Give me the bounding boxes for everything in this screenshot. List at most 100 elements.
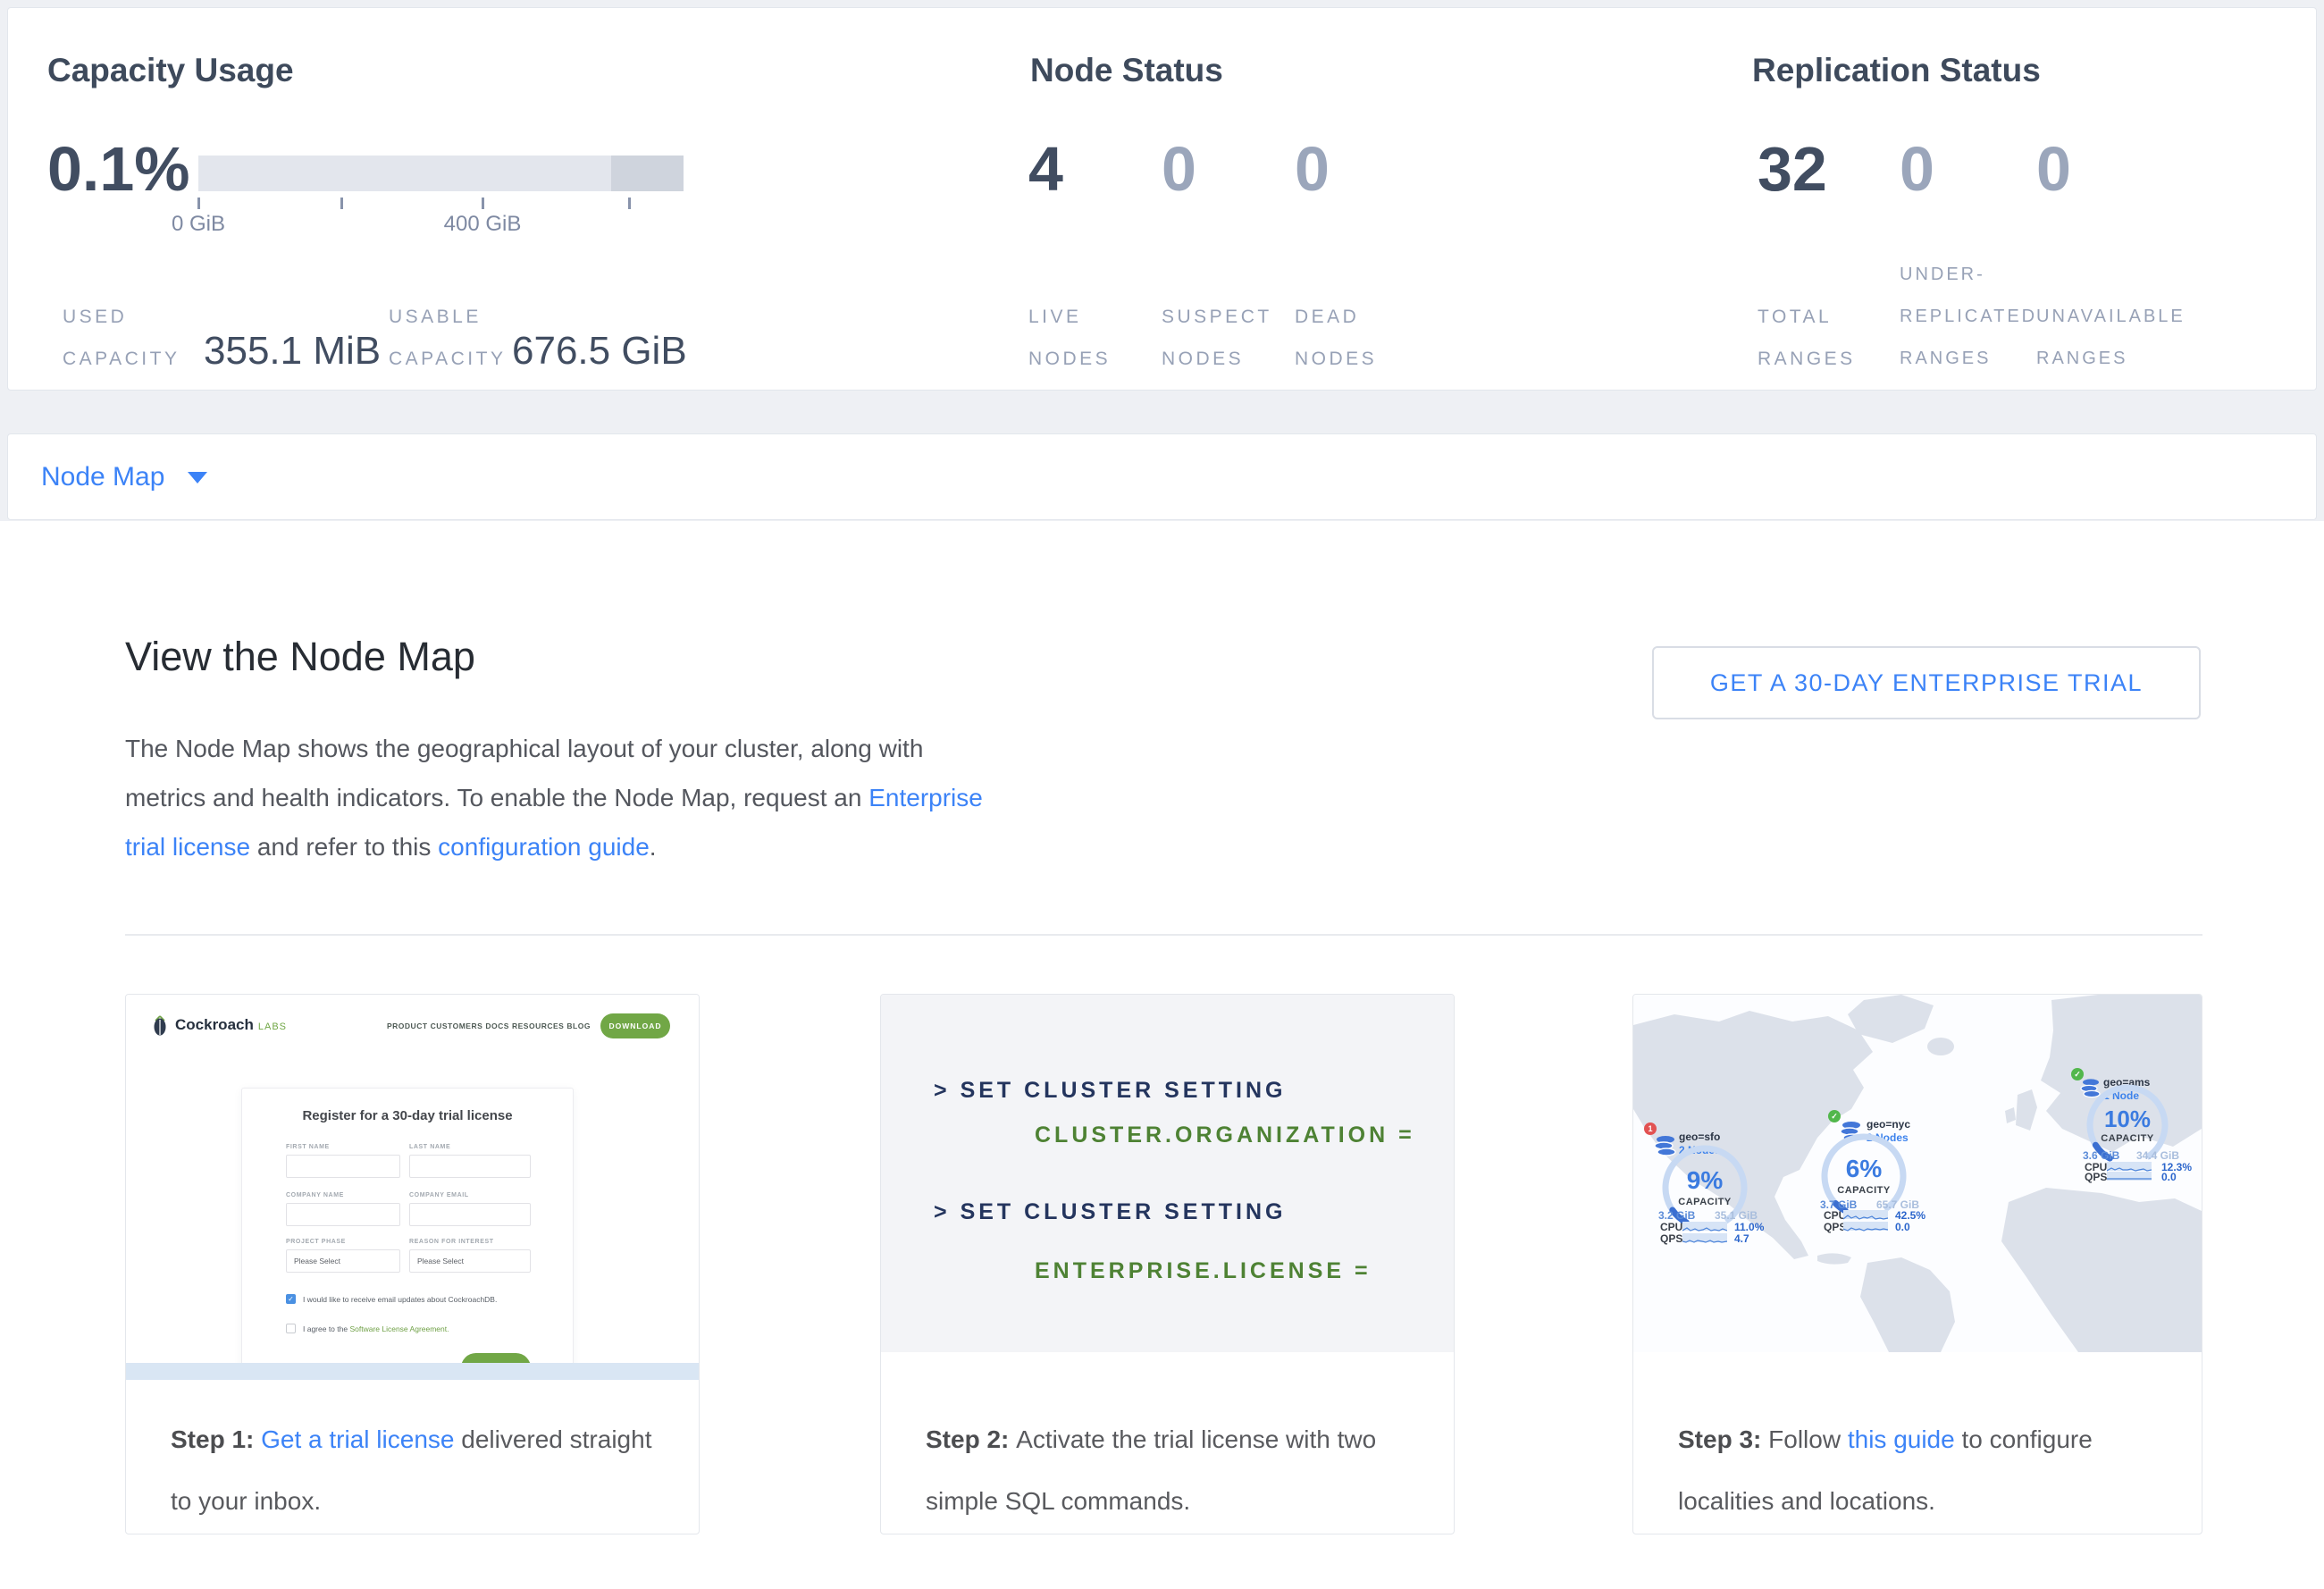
mini-company-email-input — [409, 1203, 531, 1226]
live-nodes-value: 4 — [1028, 135, 1063, 203]
intro-line-1: The Node Map shows the geographical layo… — [125, 724, 983, 773]
under-replicated-ranges-value: 0 — [1900, 135, 1934, 203]
suspect-nodes-label: SUSPECT NODES — [1162, 296, 1272, 380]
mini-form-title: Register for a 30-day trial license — [242, 1108, 573, 1123]
mini-field-label: COMPANY NAME — [286, 1192, 344, 1198]
qps-sparkline — [1682, 1233, 1727, 1242]
under-replicated-ranges-label: UNDER- REPLICATED RANGES — [1900, 254, 2037, 380]
locality-ams: ✓ geo=ams 1 Node 10% CAPACITY 3.6 GiB 34… — [2062, 1066, 2202, 1200]
checkbox-unchecked-icon — [286, 1324, 296, 1333]
sql-arg-1: CLUSTER.ORGANIZATION = — [1035, 1120, 1415, 1150]
qps-label: QPS — [1660, 1232, 1682, 1245]
capacity-bar-unusable-segment — [611, 156, 684, 191]
capacity-total-gib: 34.4 GiB — [2126, 1149, 2179, 1162]
capacity-used-gib: 3.2 GiB — [1658, 1209, 1695, 1222]
brand-name: Cockroach — [175, 1016, 254, 1034]
qps-sparkline — [1843, 1222, 1888, 1231]
checkbox-checked-icon: ✓ — [286, 1294, 296, 1304]
qps-label: QPS — [2085, 1171, 2107, 1183]
mini-company-name-input — [286, 1203, 400, 1226]
node-map-preview: 1 geo=sfo 2 Nodes 9% CAPACITY 3.2 GiB 35… — [1633, 995, 2202, 1352]
mini-license-agreement-link: Software License Agreement. — [349, 1324, 449, 1333]
mini-nav-customers: CUSTOMERS — [431, 1022, 483, 1030]
step2-caption: Step 2: Activate the trial license with … — [926, 1422, 1376, 1458]
mini-first-name-input — [286, 1155, 400, 1178]
capacity-axis-tick — [482, 198, 484, 209]
cpu-sparkline — [1682, 1222, 1727, 1231]
intro-line-2: metrics and health indicators. To enable… — [125, 773, 983, 822]
cluster-summary-panel: Capacity Usage 0.1% 0 GiB 400 GiB USED C… — [7, 7, 2317, 391]
enterprise-trial-license-link[interactable]: trial license — [125, 833, 250, 861]
mini-project-phase-select: Please Select — [286, 1249, 400, 1273]
capacity-percent-value: 0.1% — [47, 135, 190, 203]
mini-field-label: COMPANY EMAIL — [409, 1192, 469, 1198]
get-trial-license-link[interactable]: Get a trial license — [261, 1425, 454, 1453]
capacity-axis-tick — [340, 198, 343, 209]
capacity-percent: 10% — [2083, 1106, 2172, 1133]
step3-card: 1 geo=sfo 2 Nodes 9% CAPACITY 3.2 GiB 35… — [1632, 994, 2202, 1534]
warning-count-badge: 1 — [1644, 1122, 1657, 1135]
mini-download-button: DOWNLOAD — [600, 1013, 670, 1038]
intro-paragraph: The Node Map shows the geographical layo… — [125, 724, 983, 871]
this-guide-link[interactable]: this guide — [1848, 1425, 1955, 1453]
qps-sparkline — [2107, 1172, 2152, 1181]
capacity-word: CAPACITY — [1819, 1185, 1909, 1196]
section-divider — [125, 934, 2202, 936]
capacity-axis-label-0: 0 GiB — [145, 212, 252, 237]
replication-status-title: Replication Status — [1752, 51, 2041, 90]
suspect-nodes-value: 0 — [1162, 135, 1196, 203]
mini-nav-resources: RESOURCES — [512, 1022, 564, 1030]
mini-registration-form: Register for a 30-day trial license FIRS… — [241, 1088, 574, 1380]
total-ranges-value: 32 — [1758, 135, 1827, 203]
capacity-axis-tick — [197, 198, 200, 209]
capacity-percent: 6% — [1819, 1155, 1909, 1183]
mini-field-label: LAST NAME — [409, 1144, 450, 1150]
cockroach-labs-logo: Cockroach LABS — [151, 1013, 287, 1038]
dead-nodes-label: DEAD NODES — [1295, 296, 1377, 380]
step1-card: Cockroach LABS PRODUCT CUSTOMERS DOCS RE… — [125, 994, 700, 1534]
capacity-used-gib: 3.6 GiB — [2083, 1149, 2119, 1162]
sql-command-1: > SET CLUSTER SETTING — [934, 1075, 1286, 1106]
step2-caption-line2: simple SQL commands. — [926, 1484, 1190, 1519]
cpu-label: CPU — [1660, 1221, 1682, 1233]
dead-nodes-value: 0 — [1295, 135, 1330, 203]
cluster-overview-page: Capacity Usage 0.1% 0 GiB 400 GiB USED C… — [0, 0, 2324, 1589]
registration-screenshot: Cockroach LABS PRODUCT CUSTOMERS DOCS RE… — [126, 995, 699, 1380]
capacity-percent: 9% — [1660, 1166, 1749, 1195]
qps-value: 0.0 — [1895, 1221, 1910, 1233]
capacity-word: CAPACITY — [1660, 1197, 1749, 1207]
page-title: View the Node Map — [125, 631, 475, 683]
node-map-dropdown[interactable]: Node Map — [41, 434, 207, 519]
enterprise-trial-license-link[interactable]: Enterprise — [868, 784, 983, 811]
configuration-guide-link[interactable]: configuration guide — [438, 833, 650, 861]
mini-check1-text: I would like to receive email updates ab… — [303, 1295, 497, 1304]
capacity-bar — [198, 156, 684, 191]
capacity-word: CAPACITY — [2083, 1133, 2172, 1144]
sql-command-2: > SET CLUSTER SETTING — [934, 1197, 1286, 1227]
live-nodes-label: LIVE NODES — [1028, 296, 1111, 380]
locality-nyc: ✓ geo=nyc 2 Nodes 6% CAPACITY 3.7 GiB 65… — [1812, 1109, 1973, 1252]
step1-caption-line2: to your inbox. — [171, 1484, 321, 1519]
capacity-usage-title: Capacity Usage — [47, 51, 294, 90]
locality-name: geo=sfo — [1679, 1131, 1720, 1143]
enterprise-trial-button[interactable]: GET A 30-DAY ENTERPRISE TRIAL — [1652, 646, 2201, 719]
capacity-total-gib: 35.1 GiB — [1704, 1209, 1758, 1222]
mini-site-nav: PRODUCT CUSTOMERS DOCS RESOURCES BLOG — [387, 1022, 591, 1030]
step3-caption-line2: localities and locations. — [1678, 1484, 1935, 1519]
cockroach-bug-icon — [151, 1013, 169, 1037]
unavailable-ranges-label: UNAVAILABLE RANGES — [2036, 296, 2186, 380]
qps-value: 0.0 — [2161, 1171, 2177, 1183]
mini-field-label: REASON FOR INTEREST — [409, 1239, 494, 1245]
intro-line-3: trial license and refer to this configur… — [125, 822, 983, 871]
qps-value: 4.7 — [1734, 1232, 1749, 1245]
cpu-value: 11.0% — [1734, 1221, 1764, 1233]
step2-card: > SET CLUSTER SETTING CLUSTER.ORGANIZATI… — [880, 994, 1455, 1534]
cpu-sparkline — [1843, 1210, 1888, 1219]
locality-sfo: 1 geo=sfo 2 Nodes 9% CAPACITY 3.2 GiB 35… — [1642, 1120, 1803, 1263]
mini-last-name-input — [409, 1155, 531, 1178]
view-selector-bar: Node Map — [7, 433, 2317, 520]
usable-capacity-label: USABLE CAPACITY — [389, 296, 506, 380]
mini-check2-text: I agree to the Software License Agreemen… — [303, 1324, 449, 1333]
node-status-title: Node Status — [1030, 51, 1223, 90]
sql-arg-2: ENTERPRISE.LICENSE = — [1035, 1256, 1372, 1286]
